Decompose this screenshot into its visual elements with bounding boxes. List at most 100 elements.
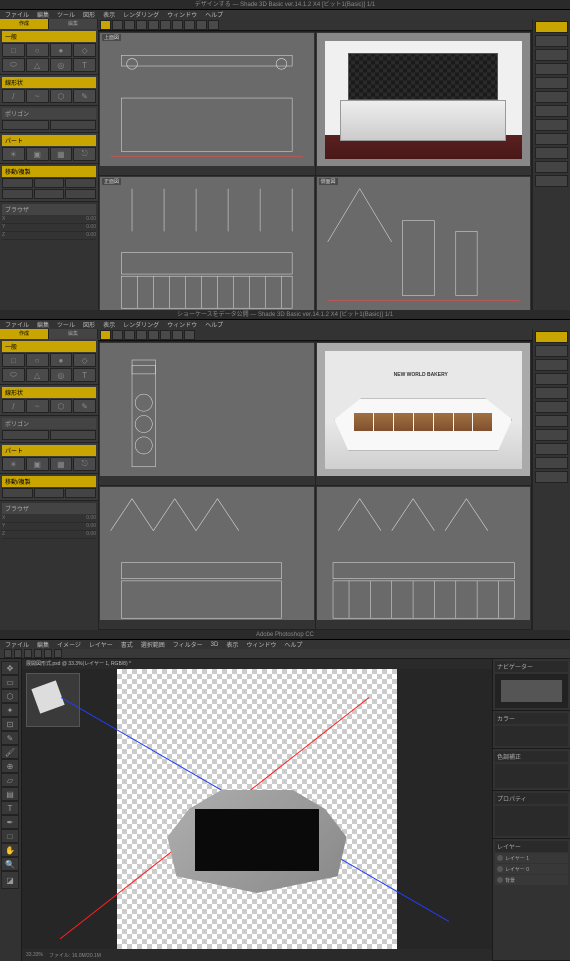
tool-sub1[interactable]	[2, 430, 49, 440]
tool-mv2[interactable]	[34, 178, 65, 188]
vp-btn-6[interactable]	[172, 330, 183, 340]
tool-group[interactable]: ▦	[50, 147, 73, 161]
menu-3d[interactable]: 3D	[211, 642, 219, 648]
tool-mv4[interactable]	[2, 189, 33, 199]
adjust-panel-hdr[interactable]: 色調補正	[495, 751, 568, 762]
opt-6[interactable]	[54, 649, 62, 658]
layers-panel-hdr[interactable]: レイヤー	[495, 841, 568, 852]
tool-mv1[interactable]	[2, 178, 33, 188]
rp-b6[interactable]	[535, 415, 568, 427]
opt-3[interactable]	[24, 649, 32, 658]
lasso-tool[interactable]: ⬡	[1, 689, 19, 703]
tool-text[interactable]: T	[73, 368, 96, 382]
vp-btn-4[interactable]	[148, 20, 159, 30]
rp-b2[interactable]	[535, 359, 568, 371]
viewport-toolbar[interactable]	[98, 329, 532, 341]
tool-mv6[interactable]	[65, 189, 96, 199]
rp-color-icon[interactable]	[535, 331, 568, 343]
tool-circle[interactable]: ○	[26, 43, 49, 57]
rp-b5[interactable]	[535, 91, 568, 103]
eraser-tool[interactable]: ▱	[1, 773, 19, 787]
tool-cube[interactable]: ◇	[73, 43, 96, 57]
tool-torus[interactable]: ◎	[50, 368, 73, 382]
rp-b4[interactable]	[535, 77, 568, 89]
vp-btn-2[interactable]	[124, 20, 135, 30]
visibility-icon[interactable]	[497, 855, 503, 861]
opt-1[interactable]	[4, 649, 12, 658]
layer-row[interactable]: 背景	[495, 875, 568, 885]
tool-mv3[interactable]	[65, 488, 96, 498]
vp-btn-8[interactable]	[196, 20, 207, 30]
rp-color-icon[interactable]	[535, 21, 568, 33]
rp-b8[interactable]	[535, 133, 568, 145]
document-canvas[interactable]	[117, 669, 397, 949]
vp-mode-icon[interactable]	[100, 330, 111, 340]
tool-text[interactable]: T	[73, 58, 96, 72]
vp-btn-9[interactable]	[208, 20, 219, 30]
vp-btn-3[interactable]	[136, 330, 147, 340]
viewport-toolbar[interactable]	[98, 19, 532, 31]
menu-edit[interactable]: 編集	[37, 10, 49, 19]
menu-view[interactable]: 表示	[103, 320, 115, 329]
tool-torus[interactable]: ◎	[50, 58, 73, 72]
menu-view[interactable]: 表示	[226, 640, 238, 649]
menu-window[interactable]: ウィンドウ	[246, 640, 276, 649]
tool-sub2[interactable]	[50, 120, 97, 130]
tool-sub2[interactable]	[50, 430, 97, 440]
vp-btn-2[interactable]	[124, 330, 135, 340]
menu-render[interactable]: レンダリング	[123, 10, 159, 19]
menu-file[interactable]: ファイル	[5, 10, 29, 19]
vp-mode-icon[interactable]	[100, 20, 111, 30]
tool-free[interactable]: ✎	[73, 89, 96, 103]
tool-link[interactable]: ⎋	[73, 147, 96, 161]
rp-b4[interactable]	[535, 387, 568, 399]
menu-shape[interactable]: 図形	[83, 10, 95, 19]
tool-cube[interactable]: ◇	[73, 353, 96, 367]
layer-row[interactable]: レイヤー 1	[495, 853, 568, 863]
shape-tool[interactable]: □	[1, 829, 19, 843]
visibility-icon[interactable]	[497, 866, 503, 872]
tool-rect[interactable]: □	[2, 43, 25, 57]
vp-btn-1[interactable]	[112, 20, 123, 30]
rp-b6[interactable]	[535, 105, 568, 117]
tool-circle[interactable]: ○	[26, 353, 49, 367]
rp-b1[interactable]	[535, 35, 568, 47]
menu-image[interactable]: イメージ	[57, 640, 81, 649]
rp-b5[interactable]	[535, 401, 568, 413]
tool-cam[interactable]: ▣	[26, 147, 49, 161]
menu-edit[interactable]: 編集	[37, 320, 49, 329]
vp-btn-7[interactable]	[184, 330, 195, 340]
rp-b1[interactable]	[535, 345, 568, 357]
color-panel-hdr[interactable]: カラー	[495, 713, 568, 724]
menu-file[interactable]: ファイル	[5, 640, 29, 649]
tool-cyl[interactable]: ⬭	[2, 58, 25, 72]
eyedropper-tool[interactable]: ✎	[1, 731, 19, 745]
viewport-top[interactable]	[99, 342, 315, 485]
tool-cone[interactable]: △	[26, 368, 49, 382]
tab-edit[interactable]: 編集	[49, 329, 98, 339]
rp-b3[interactable]	[535, 373, 568, 385]
options-bar[interactable]	[0, 649, 570, 659]
vp-btn-5[interactable]	[160, 330, 171, 340]
navigator-panel-hdr[interactable]: ナビゲーター	[495, 661, 568, 672]
crop-tool[interactable]: ⊡	[1, 717, 19, 731]
tool-mv1[interactable]	[2, 488, 33, 498]
props-panel-hdr[interactable]: プロパティ	[495, 793, 568, 804]
rp-b7[interactable]	[535, 119, 568, 131]
layer-row[interactable]: レイヤー 0	[495, 864, 568, 874]
type-tool[interactable]: T	[1, 801, 19, 815]
vp-btn-4[interactable]	[148, 330, 159, 340]
rp-b10[interactable]	[535, 471, 568, 483]
tool-sphere[interactable]: ●	[50, 353, 73, 367]
rp-b2[interactable]	[535, 49, 568, 61]
canvas[interactable]	[22, 669, 492, 949]
opt-2[interactable]	[14, 649, 22, 658]
menu-window[interactable]: ウィンドウ	[167, 320, 197, 329]
viewport-perspective[interactable]: NEW WORLD BAKERY	[316, 342, 532, 485]
menu-edit[interactable]: 編集	[37, 640, 49, 649]
fg-bg-colors[interactable]: ◪	[1, 871, 19, 889]
stamp-tool[interactable]: ⊕	[1, 759, 19, 773]
tool-cone[interactable]: △	[26, 58, 49, 72]
rp-b11[interactable]	[535, 175, 568, 187]
tool-mv3[interactable]	[65, 178, 96, 188]
